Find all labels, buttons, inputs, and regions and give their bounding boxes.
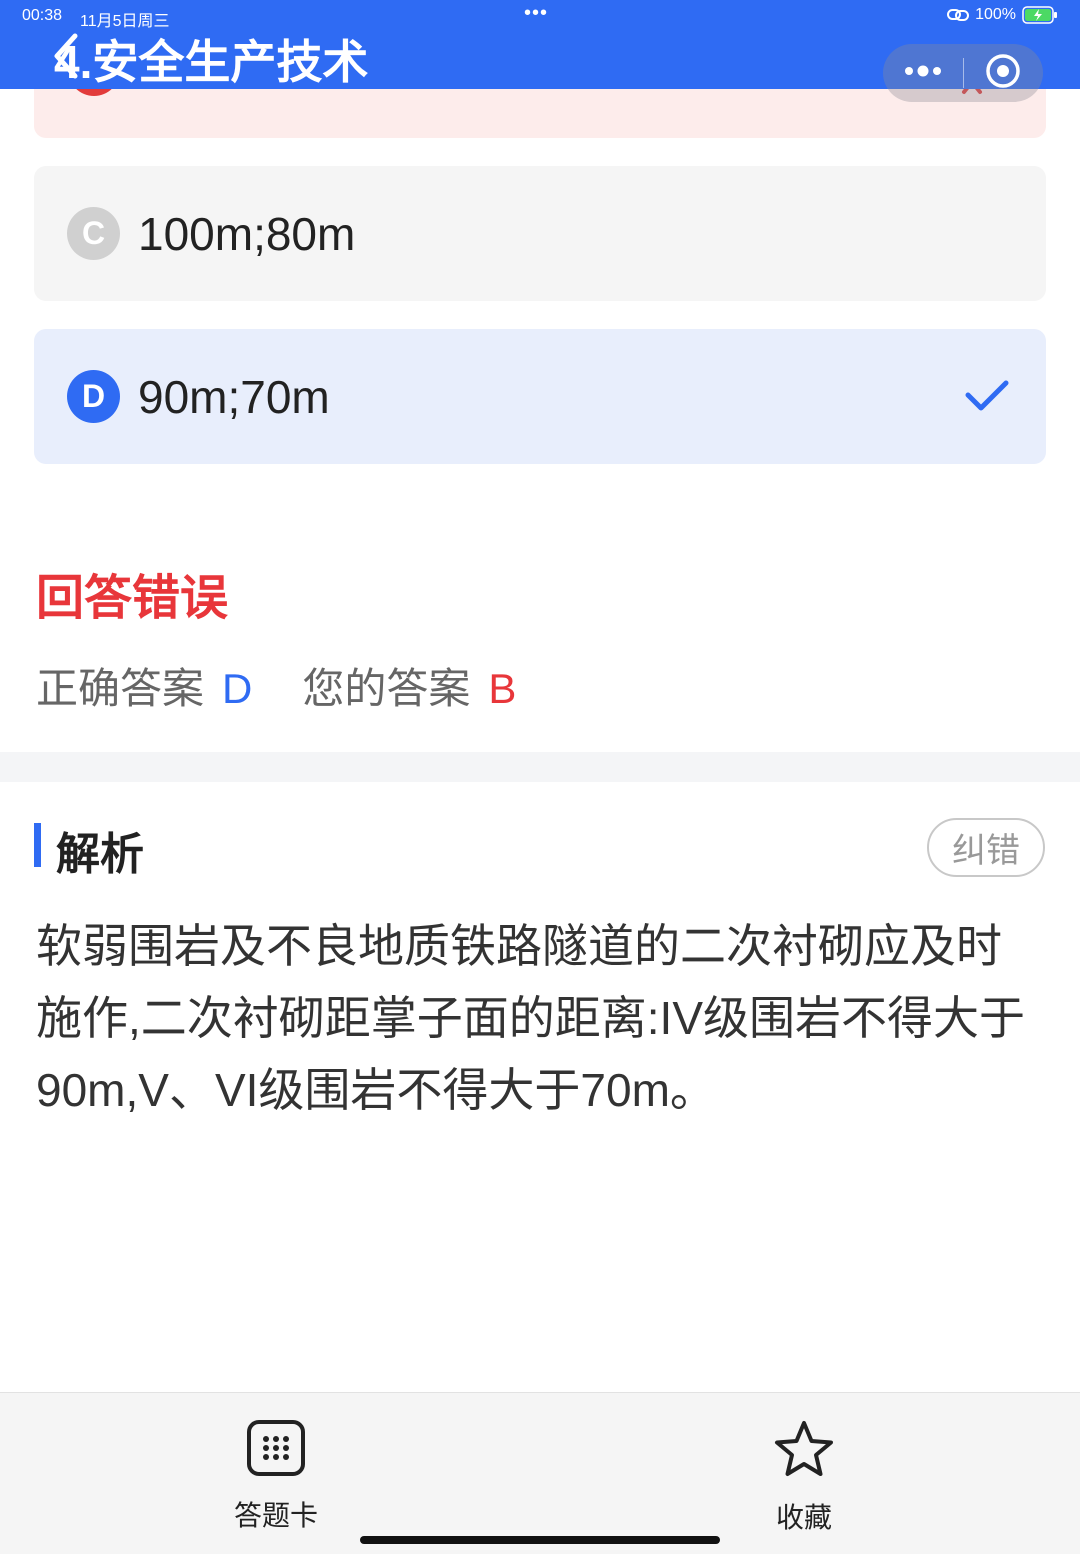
status-time: 00:38 — [22, 7, 63, 24]
option-d-correct[interactable]: D 90m;70m — [34, 329, 1046, 464]
favorite-button[interactable]: 收藏 — [734, 1419, 874, 1536]
analysis-title: 解析 — [56, 830, 144, 879]
status-right: 100% — [947, 6, 1058, 24]
report-error-button[interactable]: 纠错 — [927, 818, 1045, 877]
battery-percent: 100% — [975, 6, 1016, 23]
close-mini-program-button[interactable] — [964, 44, 1044, 102]
battery-charging-icon — [1022, 6, 1058, 24]
correct-answer-value: D — [222, 665, 253, 712]
mini-program-capsule — [883, 44, 1043, 102]
bottom-toolbar: 答题卡 收藏 — [0, 1392, 1080, 1554]
link-icon — [947, 8, 970, 22]
option-c-letter: C — [67, 207, 120, 260]
option-d-letter: D — [67, 370, 120, 423]
grid-card-icon — [246, 1419, 306, 1482]
status-date: 11月5日周三 — [80, 13, 170, 30]
multitask-dots[interactable]: ••• — [524, 2, 548, 25]
checkmark-icon — [964, 379, 1010, 418]
correct-answer-label: 正确答案 — [36, 665, 205, 712]
option-c[interactable]: C 100m;80m — [34, 166, 1046, 301]
section-divider — [0, 752, 1080, 782]
home-indicator[interactable] — [360, 1536, 720, 1544]
option-d-text: 90m;70m — [138, 370, 330, 423]
result-title: 回答错误 — [36, 572, 229, 625]
your-answer-value: B — [488, 665, 517, 712]
analysis-text: 软弱围岩及不良地质铁路隧道的二次衬砌应及时施作,二次衬砌距掌子面的距离:IV级围… — [36, 920, 1026, 1116]
quiz-page: 00:38 11月5日周三 ••• 100% 4.安全生产技术 C 100m;8… — [0, 0, 1080, 1554]
star-icon — [773, 1419, 835, 1484]
status-bar: 00:38 11月5日周三 ••• 100% — [0, 0, 1080, 32]
option-c-text: 100m;80m — [138, 207, 356, 260]
your-answer-label: 您的答案 — [302, 665, 471, 712]
answer-row: 正确答案 D 您的答案 B — [36, 655, 516, 716]
page-title: 4.安全生产技术 — [54, 36, 369, 88]
analysis-accent-bar — [34, 823, 41, 867]
more-dots-icon — [903, 64, 943, 83]
answer-card-label: 答题卡 — [233, 1500, 318, 1531]
target-circle-icon — [985, 53, 1021, 94]
favorite-label: 收藏 — [775, 1502, 832, 1533]
more-menu-button[interactable] — [883, 44, 963, 102]
answer-card-button[interactable]: 答题卡 — [206, 1419, 346, 1534]
